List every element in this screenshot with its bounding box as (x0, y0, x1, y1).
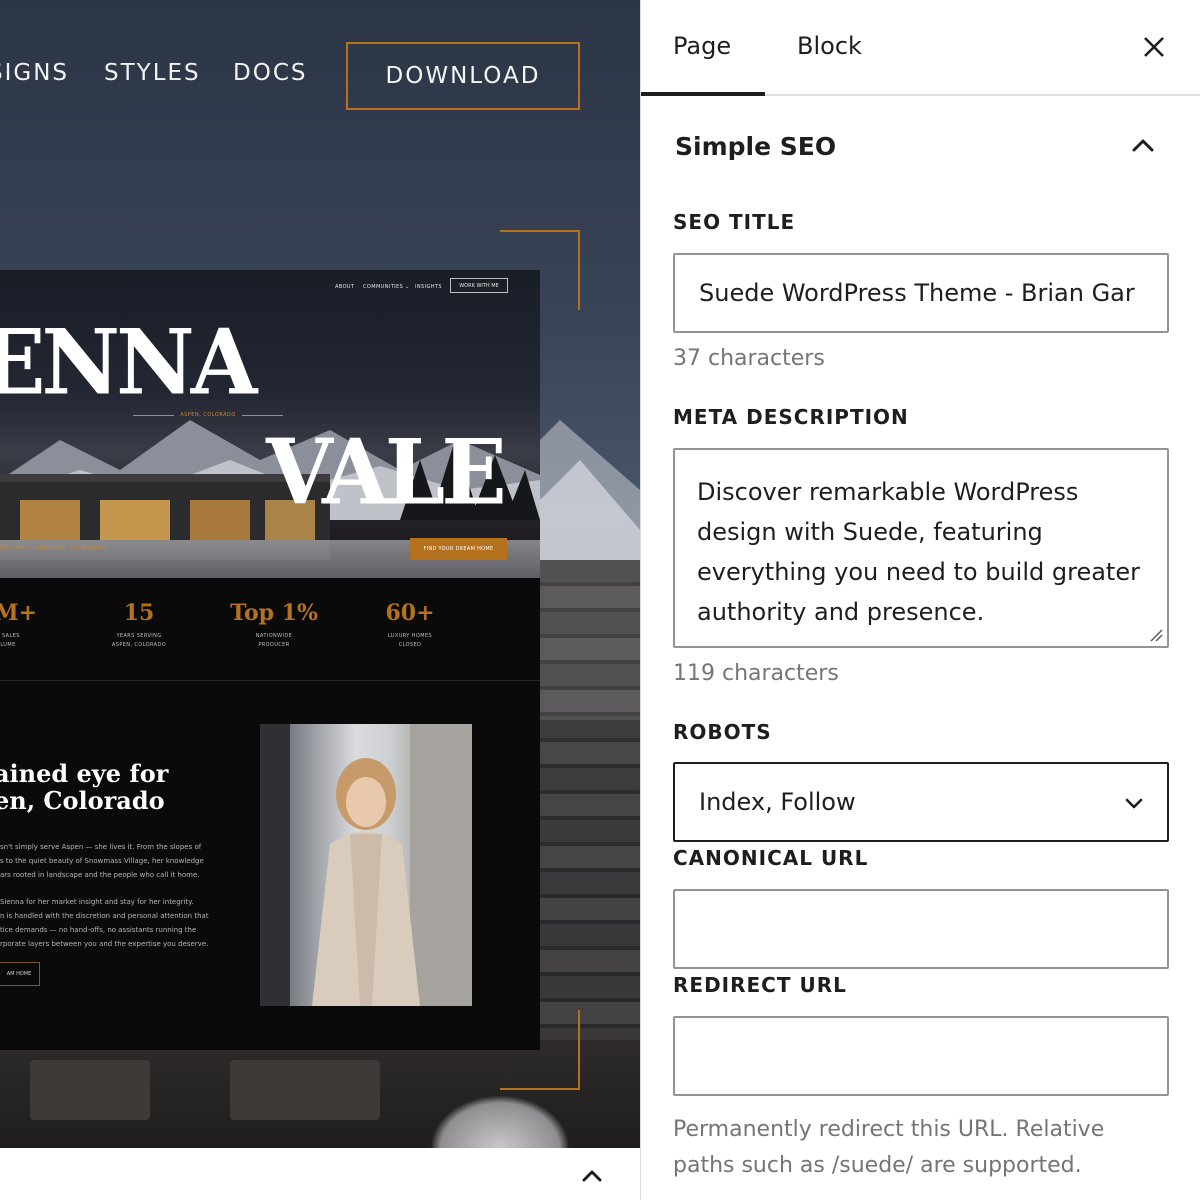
preview-title-sienna: ENNA (0, 309, 257, 416)
nav-styles-link[interactable]: STYLES (104, 60, 201, 86)
robots-selected-value: Index, Follow (699, 788, 856, 816)
chevron-down-icon (1125, 798, 1143, 809)
tab-block[interactable]: Block (797, 32, 862, 60)
robots-label: ROBOTS (673, 720, 772, 744)
close-icon[interactable] (1139, 32, 1169, 62)
nav-designs-link[interactable]: SIGNS (0, 60, 69, 86)
seo-title-label: SEO TITLE (673, 210, 796, 234)
background-bench (30, 1060, 150, 1120)
robots-select[interactable]: Index, Follow (673, 762, 1169, 842)
nav-docs-link[interactable]: DOCS (233, 60, 307, 86)
meta-description-textarea[interactable]: Discover remarkable WordPress design wit… (673, 448, 1169, 648)
preview-community-links: HIGHLANDS · SNOWMASS · RED MOUNTAIN (0, 545, 109, 551)
sidebar-tabs: Page Block (641, 0, 1200, 96)
preview-title-vale: VALE (266, 419, 507, 526)
meta-description-label: META DESCRIPTION (673, 405, 909, 429)
preview-work-button: WORK WITH ME (450, 278, 508, 293)
chevron-up-icon[interactable] (578, 1162, 606, 1190)
resize-handle-icon[interactable] (1149, 628, 1163, 642)
seo-title-input[interactable]: Suede WordPress Theme - Brian Gar (673, 253, 1169, 333)
tab-page[interactable]: Page (673, 32, 731, 60)
preview-location: ASPEN, COLORADO (133, 412, 284, 418)
redirect-url-label: REDIRECT URL (673, 973, 847, 997)
panel-title[interactable]: Simple SEO (675, 132, 836, 161)
preview-cta-button: FIND YOUR DREAM HOME (410, 538, 507, 560)
canonical-url-input[interactable] (673, 889, 1169, 969)
preview-about-paragraph: Sienna for her market insight and stay f… (0, 898, 209, 948)
redirect-url-input[interactable] (673, 1016, 1169, 1096)
chevron-up-icon[interactable] (1129, 132, 1157, 160)
editor-canvas[interactable]: SIGNS STYLES DOCS DOWNLOAD (0, 0, 640, 1148)
canvas-footer-bar (0, 1148, 640, 1200)
seo-title-char-count: 37 characters (673, 346, 825, 371)
preview-portrait-photo (260, 724, 472, 1006)
preview-about-paragraph: sn't simply serve Aspen — she lives it. … (0, 843, 204, 879)
preview-nav-about: ABOUT (335, 284, 355, 290)
redirect-url-help: Permanently redirect this URL. Relative … (673, 1117, 1105, 1178)
canonical-url-label: CANONICAL URL (673, 846, 869, 870)
theme-preview-screenshot: ABOUT COMMUNITIES ⌄ INSIGHTS WORK WITH M… (0, 270, 540, 1050)
preview-nav-insights: INSIGHTS (415, 284, 442, 290)
background-snow (430, 1095, 570, 1148)
preview-stat: 5M+ R SALESLUME (0, 600, 38, 648)
meta-description-char-count: 119 characters (673, 661, 839, 686)
preview-nav-communities: COMMUNITIES ⌄ (363, 284, 410, 290)
woman-portrait-image (260, 724, 472, 1006)
active-tab-indicator (641, 92, 765, 96)
preview-stat: Top 1% NATIONWIDE PRODUCER (230, 600, 318, 648)
preview-about-heading: ained eye for en, Colorado (0, 759, 169, 815)
download-button[interactable]: DOWNLOAD (346, 42, 580, 110)
preview-hero: ABOUT COMMUNITIES ⌄ INSIGHTS WORK WITH M… (0, 270, 540, 578)
preview-about-button: AM HOME (0, 962, 40, 986)
background-bench (230, 1060, 380, 1120)
settings-sidebar: Page Block Simple SEO SEO TITLE Suede Wo… (640, 0, 1200, 1200)
preview-stat: 60+ LUXURY HOMES CLOSED (385, 600, 435, 648)
preview-divider (0, 680, 540, 681)
preview-stat: 15 YEARS SERVING ASPEN, COLORADO (111, 600, 167, 648)
background-stone-wall (540, 560, 640, 1060)
